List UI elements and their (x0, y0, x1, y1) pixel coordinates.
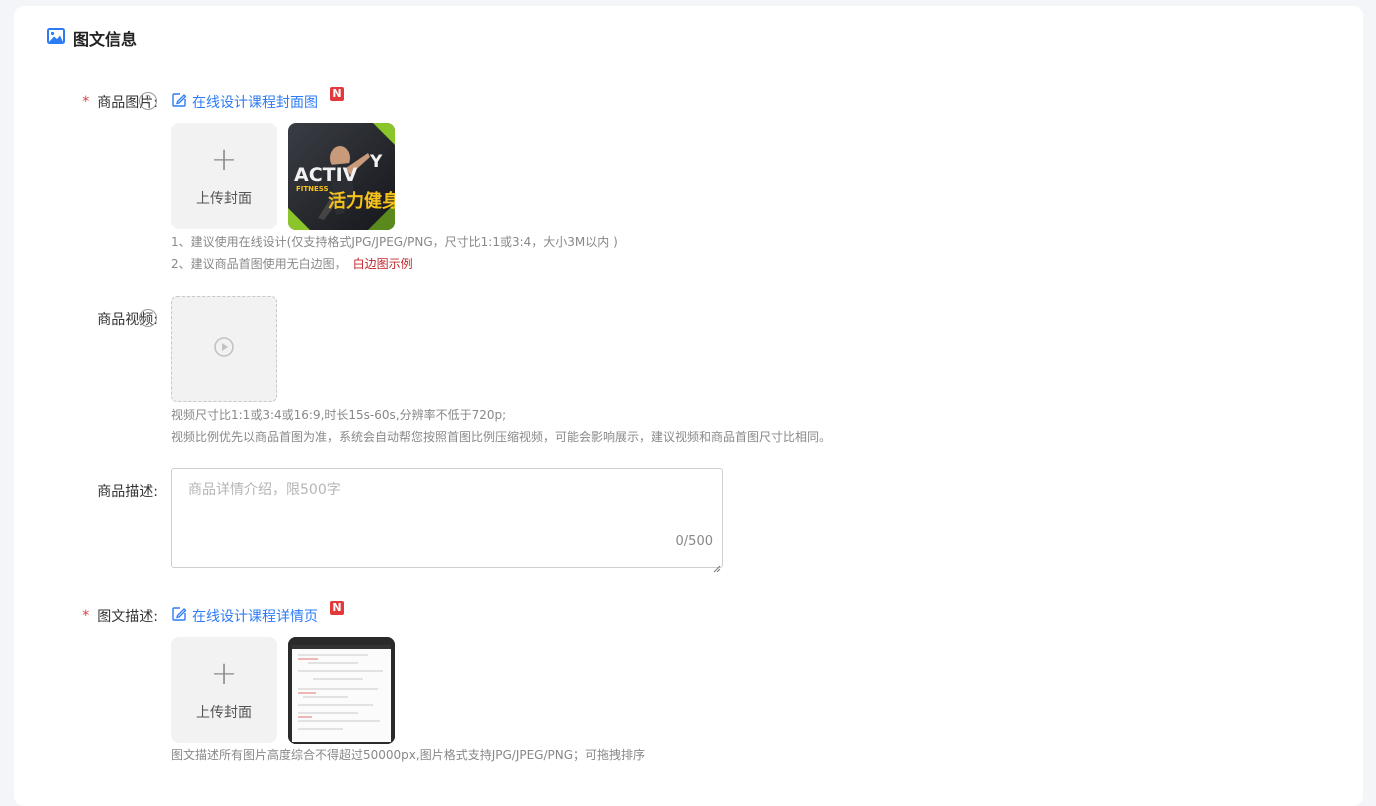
upload-cover-label: 上传封面 (196, 191, 252, 207)
thumb-text-fitness: FITNESS (296, 185, 329, 193)
design-detail-link-text: 在线设计课程详情页 (192, 609, 318, 625)
product-desc-label: 商品描述: (97, 484, 158, 500)
image-icon (47, 28, 65, 48)
thumb-text-activ: ACTIV (294, 164, 358, 186)
rich-desc-label: 图文描述: (97, 609, 158, 625)
design-cover-link[interactable]: 在线设计课程封面图 (171, 92, 318, 112)
resize-handle[interactable] (713, 558, 721, 573)
required-mark: * (82, 608, 90, 624)
thumb-text-y: Y (369, 152, 383, 172)
edit-icon (171, 92, 187, 112)
product-desc-textarea-wrap: 0/500 (171, 468, 723, 573)
char-counter: 0/500 (675, 534, 713, 549)
upload-detail-button[interactable]: + 上传封面 (171, 637, 277, 743)
product-desc-textarea[interactable] (172, 469, 722, 567)
section-header: 图文信息 (47, 27, 137, 49)
image-hint-2-text: 2、建议商品首图使用无白边图， (171, 257, 347, 271)
edit-icon (171, 606, 187, 626)
product-desc-label-row: 商品描述: (97, 481, 158, 501)
thumb-text-cn: 活力健身 (328, 190, 395, 212)
design-cover-link-text: 在线设计课程封面图 (192, 95, 318, 111)
play-icon (213, 336, 235, 362)
cover-thumbnail[interactable]: ACTIV Y FITNESS 活力健身 (288, 123, 395, 230)
help-icon[interactable]: ? (139, 92, 157, 110)
video-hint-2: 视频比例优先以商品首图为准，系统会自动帮您按照首图比例压缩视频，可能会影响展示，… (171, 430, 832, 444)
white-border-example-link[interactable]: 白边图示例 (353, 257, 413, 271)
section-title: 图文信息 (73, 30, 138, 49)
image-hint-1: 1、建议使用在线设计(仅支持格式JPG/JPEG/PNG，尺寸比1:1或3:4，… (171, 235, 618, 249)
help-icon[interactable]: ? (139, 309, 157, 327)
rich-desc-label-row: * 图文描述: (82, 606, 158, 626)
new-badge: N (330, 601, 344, 615)
video-hint-1: 视频尺寸比1:1或3:4或16:9,时长15s-60s,分辨率不低于720p; (171, 408, 507, 422)
plus-icon: + (210, 654, 238, 692)
required-mark: * (82, 94, 90, 110)
upload-video-button[interactable] (171, 296, 277, 402)
upload-cover-button[interactable]: + 上传封面 (171, 123, 277, 229)
design-detail-link[interactable]: 在线设计课程详情页 (171, 606, 318, 626)
new-badge: N (330, 87, 344, 101)
plus-icon: + (210, 140, 238, 178)
detail-thumbnail[interactable] (288, 637, 395, 744)
detail-hint: 图文描述所有图片高度综合不得超过50000px,图片格式支持JPG/JPEG/P… (171, 748, 646, 762)
image-hint-2: 2、建议商品首图使用无白边图， 白边图示例 (171, 255, 413, 272)
upload-detail-label: 上传封面 (196, 705, 252, 721)
